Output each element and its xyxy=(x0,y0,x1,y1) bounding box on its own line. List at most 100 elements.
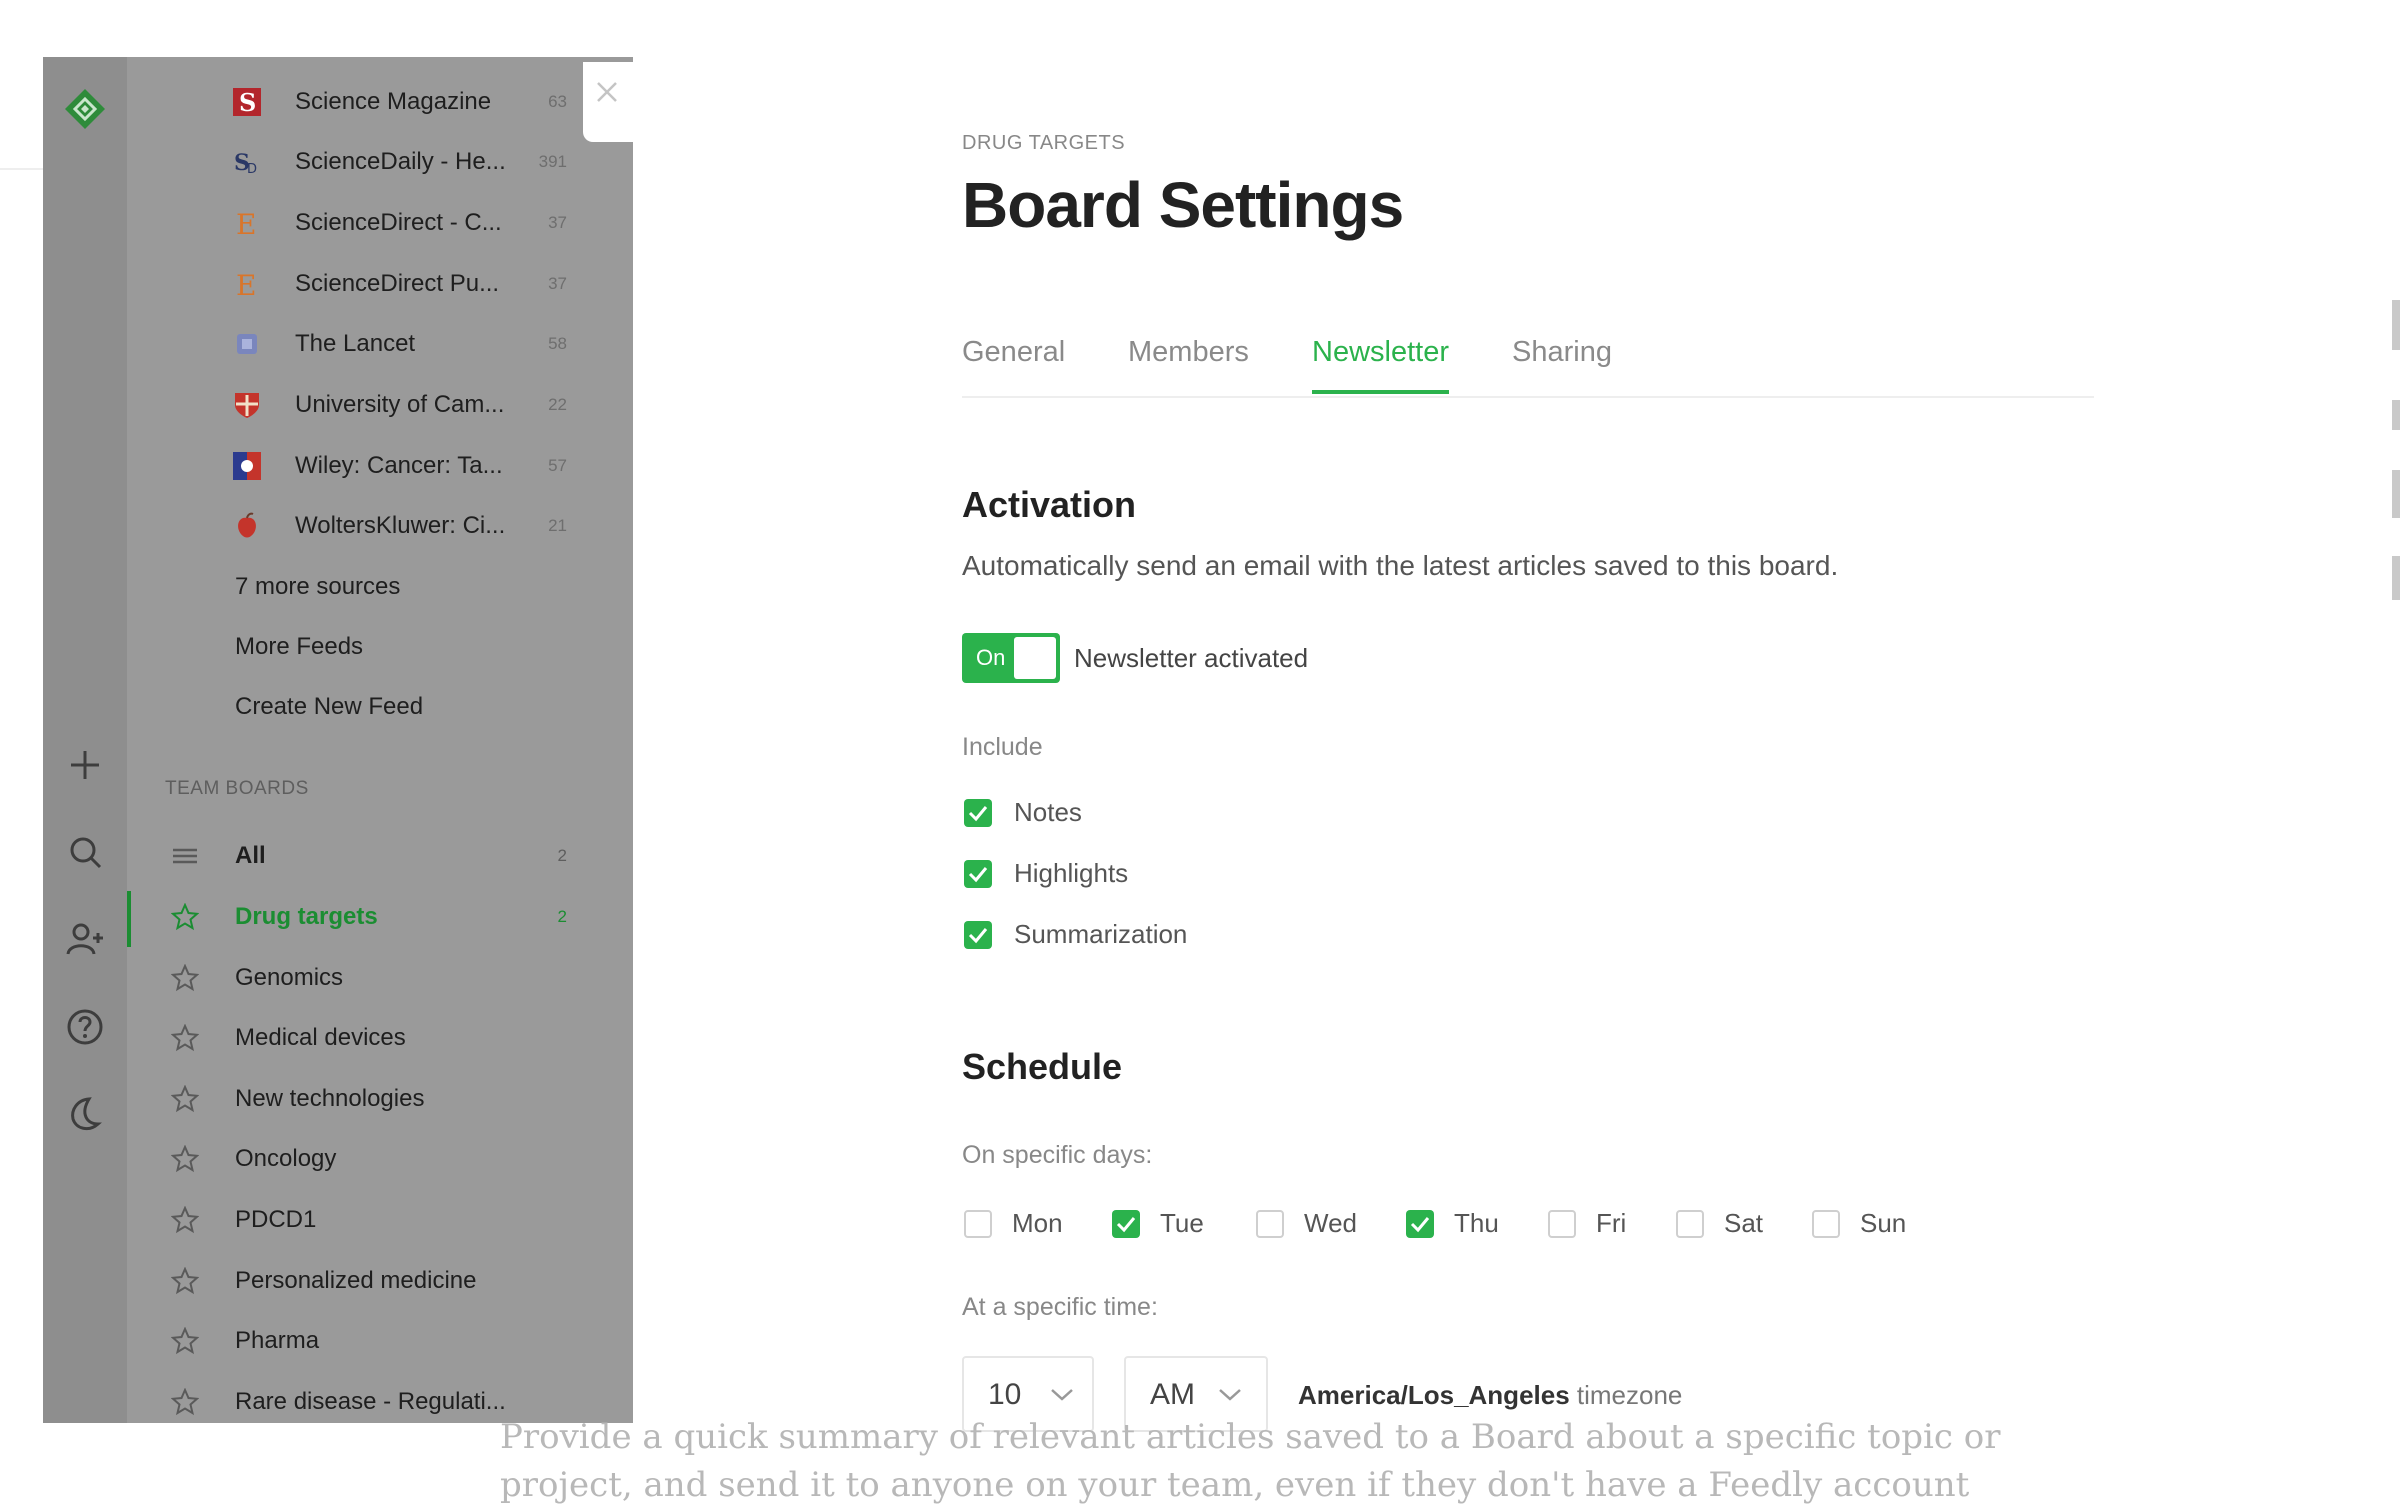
star-icon xyxy=(170,1205,200,1234)
schedule-heading: Schedule xyxy=(962,1046,1123,1087)
timezone-suffix: timezone xyxy=(1569,1380,1683,1410)
hour-value: 10 xyxy=(988,1378,1022,1411)
board-item[interactable]: New technologies xyxy=(127,1073,633,1123)
board-name: Genomics xyxy=(235,964,344,991)
include-label: Include xyxy=(962,733,1043,761)
page-title: Board Settings xyxy=(962,169,1404,241)
board-item[interactable]: Pharma xyxy=(127,1315,633,1365)
edge-fragment xyxy=(2392,300,2400,350)
feed-item[interactable]: E ScienceDirect - C... 37 xyxy=(127,197,633,247)
plus-icon[interactable] xyxy=(65,745,105,785)
sidebar: S Science Magazine 63 SD ScienceDaily - … xyxy=(127,57,633,1423)
close-sidebar-button[interactable] xyxy=(583,62,633,142)
settings-tabs: General Members Newsletter Sharing xyxy=(962,330,2094,398)
sciencedaily-icon: SD xyxy=(233,148,261,177)
feed-count: 57 xyxy=(548,456,567,475)
ampm-value: AM xyxy=(1150,1378,1195,1411)
feed-count: 58 xyxy=(548,334,567,353)
checkbox[interactable] xyxy=(964,799,992,827)
checkbox[interactable] xyxy=(1548,1210,1576,1238)
feed-item[interactable]: Wiley: Cancer: Ta... 57 xyxy=(127,440,633,490)
feed-count: 22 xyxy=(548,395,567,414)
activation-heading: Activation xyxy=(962,484,1137,525)
chevron-down-icon xyxy=(1219,1389,1241,1401)
board-item-drug-targets[interactable]: Drug targets 2 xyxy=(127,891,633,947)
lancet-icon xyxy=(233,330,261,358)
feed-item[interactable]: S Science Magazine 63 xyxy=(127,76,633,126)
checkbox[interactable] xyxy=(1406,1210,1434,1238)
tab-newsletter[interactable]: Newsletter xyxy=(1312,336,1449,394)
star-icon xyxy=(170,963,200,992)
checkbox-label: Summarization xyxy=(1014,919,1188,949)
svg-text:E: E xyxy=(236,209,256,237)
team-boards-label: TEAM BOARDS xyxy=(165,778,309,799)
day-label: Tue xyxy=(1160,1208,1204,1238)
check-icon xyxy=(968,928,988,944)
checkbox[interactable] xyxy=(964,921,992,949)
checkbox[interactable] xyxy=(1112,1210,1140,1238)
board-name: Personalized medicine xyxy=(235,1267,477,1294)
feed-item[interactable]: E ScienceDirect Pu... 37 xyxy=(127,258,633,308)
feed-count: 21 xyxy=(548,516,567,535)
tab-sharing[interactable]: Sharing xyxy=(1512,336,1612,369)
feedly-logo-icon[interactable] xyxy=(63,87,107,131)
star-icon xyxy=(170,1326,200,1355)
board-name: Drug targets xyxy=(235,903,378,930)
moon-icon[interactable] xyxy=(65,1094,105,1134)
checkbox[interactable] xyxy=(1256,1210,1284,1238)
board-item[interactable]: PDCD1 xyxy=(127,1194,633,1244)
help-icon[interactable] xyxy=(65,1007,105,1047)
wiley-icon xyxy=(233,452,261,480)
newsletter-toggle[interactable]: On xyxy=(962,633,1060,683)
app-rail xyxy=(43,57,127,1423)
header-divider xyxy=(0,168,43,170)
checkbox[interactable] xyxy=(1812,1210,1840,1238)
day-label: Thu xyxy=(1454,1208,1499,1238)
elsevier-icon: E xyxy=(233,269,261,302)
board-item[interactable]: Genomics xyxy=(127,952,633,1002)
feed-item[interactable]: SD ScienceDaily - He... 391 xyxy=(127,136,633,186)
checkbox[interactable] xyxy=(1676,1210,1704,1238)
board-item[interactable]: Oncology xyxy=(127,1133,633,1183)
board-name: All xyxy=(235,842,266,869)
timezone-text: America/Los_Angeles timezone xyxy=(1298,1380,1682,1411)
checkbox[interactable] xyxy=(964,860,992,888)
feed-item[interactable]: The Lancet 58 xyxy=(127,318,633,368)
board-item-all[interactable]: All 2 xyxy=(127,830,633,880)
day-label: Sun xyxy=(1860,1208,1907,1238)
day-label: Sat xyxy=(1724,1208,1764,1238)
wolters-kluwer-icon xyxy=(233,512,261,540)
feed-count: 37 xyxy=(548,213,567,232)
edge-fragment xyxy=(2392,556,2400,600)
cambridge-crest-icon xyxy=(233,391,261,419)
star-icon xyxy=(170,902,200,931)
list-icon xyxy=(171,842,199,870)
tab-members[interactable]: Members xyxy=(1128,336,1249,369)
board-name: Rare disease - Regulati... xyxy=(235,1388,506,1415)
edge-fragment xyxy=(2392,470,2400,518)
feed-item[interactable]: University of Cam... 22 xyxy=(127,379,633,429)
feed-name: ScienceDaily - He... xyxy=(295,148,506,175)
more-sources-link[interactable]: 7 more sources xyxy=(235,573,400,601)
promo-text-line-1: Provide a quick summary of relevant arti… xyxy=(500,1417,2001,1457)
toggle-label: Newsletter activated xyxy=(1074,643,1309,673)
feed-name: ScienceDirect Pu... xyxy=(295,270,500,297)
svg-text:E: E xyxy=(236,270,256,298)
board-item[interactable]: Medical devices xyxy=(127,1012,633,1062)
more-feeds-link[interactable]: More Feeds xyxy=(235,633,363,661)
days-label: On specific days: xyxy=(962,1141,1153,1169)
search-icon[interactable] xyxy=(65,832,105,872)
feed-count: 63 xyxy=(548,92,567,111)
timezone-name: America/Los_Angeles xyxy=(1298,1380,1570,1410)
feed-name: WoltersKluwer: Ci... xyxy=(295,512,506,539)
tab-general[interactable]: General xyxy=(962,336,1065,369)
feed-item[interactable]: WoltersKluwer: Ci... 21 xyxy=(127,500,633,550)
board-item[interactable]: Personalized medicine xyxy=(127,1255,633,1305)
checkbox[interactable] xyxy=(964,1210,992,1238)
checkbox-label: Notes xyxy=(1014,797,1082,827)
board-item[interactable]: Rare disease - Regulati... xyxy=(127,1376,633,1423)
create-feed-link[interactable]: Create New Feed xyxy=(235,693,423,721)
check-icon xyxy=(968,806,988,822)
add-user-icon[interactable] xyxy=(65,919,105,959)
promo-text-line-2: project, and send it to anyone on your t… xyxy=(500,1465,1970,1505)
